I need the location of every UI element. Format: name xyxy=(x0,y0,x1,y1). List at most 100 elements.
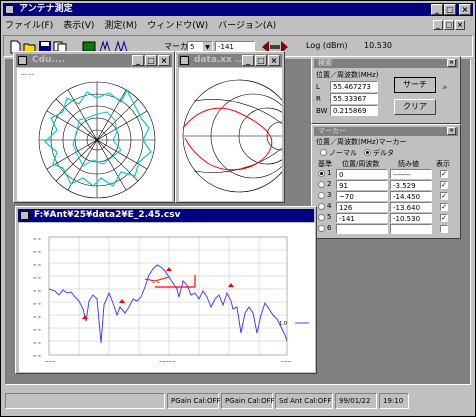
marker-close-icon[interactable]: × xyxy=(447,127,456,135)
smith-plot xyxy=(179,68,282,201)
clear-button[interactable]: クリア xyxy=(394,99,436,115)
col-read: 読み値 xyxy=(398,160,419,168)
svg-text:~~~: ~~~ xyxy=(281,359,291,364)
marker-pos-field[interactable]: 91 xyxy=(336,180,388,190)
polar-window-icon xyxy=(18,56,27,65)
marker-ref-radio[interactable] xyxy=(318,225,325,232)
smith-trace xyxy=(182,107,273,171)
marker-read-field xyxy=(390,224,432,234)
expand-chevron-icon[interactable]: » xyxy=(442,83,448,93)
marker-ref-radio[interactable] xyxy=(318,192,325,199)
marker-pos-field[interactable] xyxy=(336,224,388,234)
marker-num: 1 xyxy=(327,169,332,177)
polar-close-icon[interactable]: × xyxy=(158,55,170,66)
plot-area: ≈ ≈ ≈ ≈ ≈ ≈ ≈ ≈ ≈ ≈ ≈ ≈ ≈ ≈ ≈ ≈ ≈ ≈ ≈ ≈ ~ ~ 1.0 ~… xyxy=(19,223,315,372)
plot-titlebar[interactable]: F:¥Ant¥25¥data2¥E_2.45.csv xyxy=(18,209,314,222)
marker-num: 3 xyxy=(327,191,332,199)
plot-frame xyxy=(48,236,288,356)
marker-pos-field[interactable]: 126 xyxy=(336,202,388,212)
search-row-bw-value[interactable]: 0.215869 xyxy=(330,105,378,116)
polar-maximize-icon[interactable]: □ xyxy=(145,55,157,66)
plot-title: F:¥Ant¥25¥data2¥E_2.45.csv xyxy=(34,210,181,220)
mdi-minimize-icon[interactable]: _ xyxy=(433,20,443,30)
smith-minimize-icon[interactable]: _ xyxy=(242,55,254,66)
marker-num: 2 xyxy=(327,180,332,188)
search-titlebar[interactable]: 検索 × xyxy=(314,59,458,68)
trace-marker-2 xyxy=(119,299,125,303)
trace-markers xyxy=(82,267,234,319)
marker-read-field: -13.640 xyxy=(390,202,432,212)
maximize-icon[interactable]: □ xyxy=(444,4,456,15)
marker-read-field: ------- xyxy=(390,169,432,179)
marker-ref-radio[interactable] xyxy=(318,170,325,177)
marker-pos-field[interactable]: -141 xyxy=(336,213,388,223)
marker-show-checkbox[interactable]: ✓ xyxy=(440,203,448,211)
polar-minimize-icon[interactable]: _ xyxy=(132,55,144,66)
polar-info-text: --- --- xyxy=(21,72,34,78)
col-pos: 位置/周波数 xyxy=(342,160,380,168)
svg-text:~~~: ~~~ xyxy=(45,359,55,364)
svg-text:~~~~~: ~~~~~ xyxy=(159,359,176,364)
app-titlebar[interactable]: アンテナ測定 _ □ × xyxy=(3,3,473,16)
mode-normal-radio[interactable] xyxy=(320,149,327,156)
marker-titlebar[interactable]: マーカー × xyxy=(314,127,458,136)
smith-window: data.xx ... _ □ × xyxy=(175,51,285,203)
marker-ref-radio[interactable] xyxy=(318,203,325,210)
mdi-restore-icon[interactable]: □ xyxy=(444,20,454,30)
svg-text:≈ ≈: ≈ ≈ xyxy=(33,327,41,332)
svg-text:≈ ≈: ≈ ≈ xyxy=(33,288,41,293)
svg-text:≈ ≈: ≈ ≈ xyxy=(33,249,41,254)
search-row-l-value[interactable]: 55.467273 xyxy=(330,81,378,92)
app-title: アンテナ測定 xyxy=(19,4,73,14)
marker-heading: 位置／周波数(MHz)マーカー xyxy=(316,138,407,146)
smith-title: data.xx ... xyxy=(194,55,246,65)
menu-view[interactable]: 表示(V) xyxy=(63,19,94,33)
close-icon[interactable]: × xyxy=(459,4,471,15)
polar-grid xyxy=(38,81,156,199)
menu-file[interactable]: ファイル(F) xyxy=(5,19,53,33)
minimize-icon[interactable]: _ xyxy=(431,4,443,15)
marker-show-checkbox[interactable]: ✓ xyxy=(440,192,448,200)
response-chart-svg: ≈ ≈ ≈ ≈ ≈ ≈ ≈ ≈ ≈ ≈ ≈ ≈ ≈ ≈ ≈ ≈ ≈ ≈ ≈ ≈ ~ ~ 1.0 ~… xyxy=(33,236,309,364)
plot-grid xyxy=(49,237,287,355)
log-label: Log (dBm) xyxy=(306,41,348,50)
marker-ref-radio[interactable] xyxy=(318,181,325,188)
marker-pos-field[interactable]: 0 xyxy=(336,169,388,179)
smith-maximize-icon[interactable]: □ xyxy=(255,55,267,66)
mdi-close-icon[interactable]: × xyxy=(455,20,465,30)
status-ant-cal: Sd Ant Cal:OFF xyxy=(275,393,333,409)
mode-delta-label: デルタ xyxy=(373,149,394,157)
search-title: 検索 xyxy=(318,59,332,67)
search-row-l-label: L xyxy=(316,83,320,91)
main-window: アンテナ測定 _ □ × ファイル(F) 表示(V) 測定(M) ウィンドウ(W… xyxy=(0,0,476,417)
log-value: 10.530 xyxy=(364,41,392,50)
search-heading: 位置／周波数(MHz) xyxy=(316,71,379,79)
col-show: 表示 xyxy=(436,160,450,168)
marker-show-checkbox[interactable] xyxy=(440,225,448,233)
svg-text:≈ ≈: ≈ ≈ xyxy=(33,340,41,345)
search-row-r-value[interactable]: 55.33367 xyxy=(330,93,378,104)
marker-show-checkbox[interactable]: ✓ xyxy=(440,214,448,222)
menu-measure[interactable]: 測定(M) xyxy=(104,19,137,33)
mode-delta-radio[interactable] xyxy=(364,149,371,156)
menu-window[interactable]: ウィンドウ(W) xyxy=(147,19,208,33)
marker-num: 6 xyxy=(327,224,332,232)
polar-titlebar[interactable]: Cdu.... _ □ × xyxy=(16,54,172,67)
smith-grid xyxy=(182,79,282,193)
plot-window-icon xyxy=(20,211,29,220)
menu-version[interactable]: バージョン(A) xyxy=(218,19,276,33)
svg-text:≈ ≈: ≈ ≈ xyxy=(33,301,41,306)
marker-show-checkbox[interactable]: ✓ xyxy=(440,181,448,189)
smith-close-icon[interactable]: × xyxy=(268,55,280,66)
status-pgain-2: PGain Cal:OFF xyxy=(221,393,275,409)
marker-show-checkbox[interactable]: ✓ xyxy=(440,170,448,178)
smith-titlebar[interactable]: data.xx ... _ □ × xyxy=(178,54,282,67)
search-button[interactable]: サーチ xyxy=(394,77,436,93)
status-time: 19:10 xyxy=(379,393,409,409)
marker-ref-radio[interactable] xyxy=(318,214,325,221)
search-close-icon[interactable]: × xyxy=(447,59,456,67)
marker-pos-field[interactable]: ~70 xyxy=(336,191,388,201)
polar-chart-svg: --- --- xyxy=(21,72,156,199)
status-pgain-1: PGain Cal:OFF xyxy=(167,393,221,409)
svg-text:≈ ≈: ≈ ≈ xyxy=(33,353,41,358)
